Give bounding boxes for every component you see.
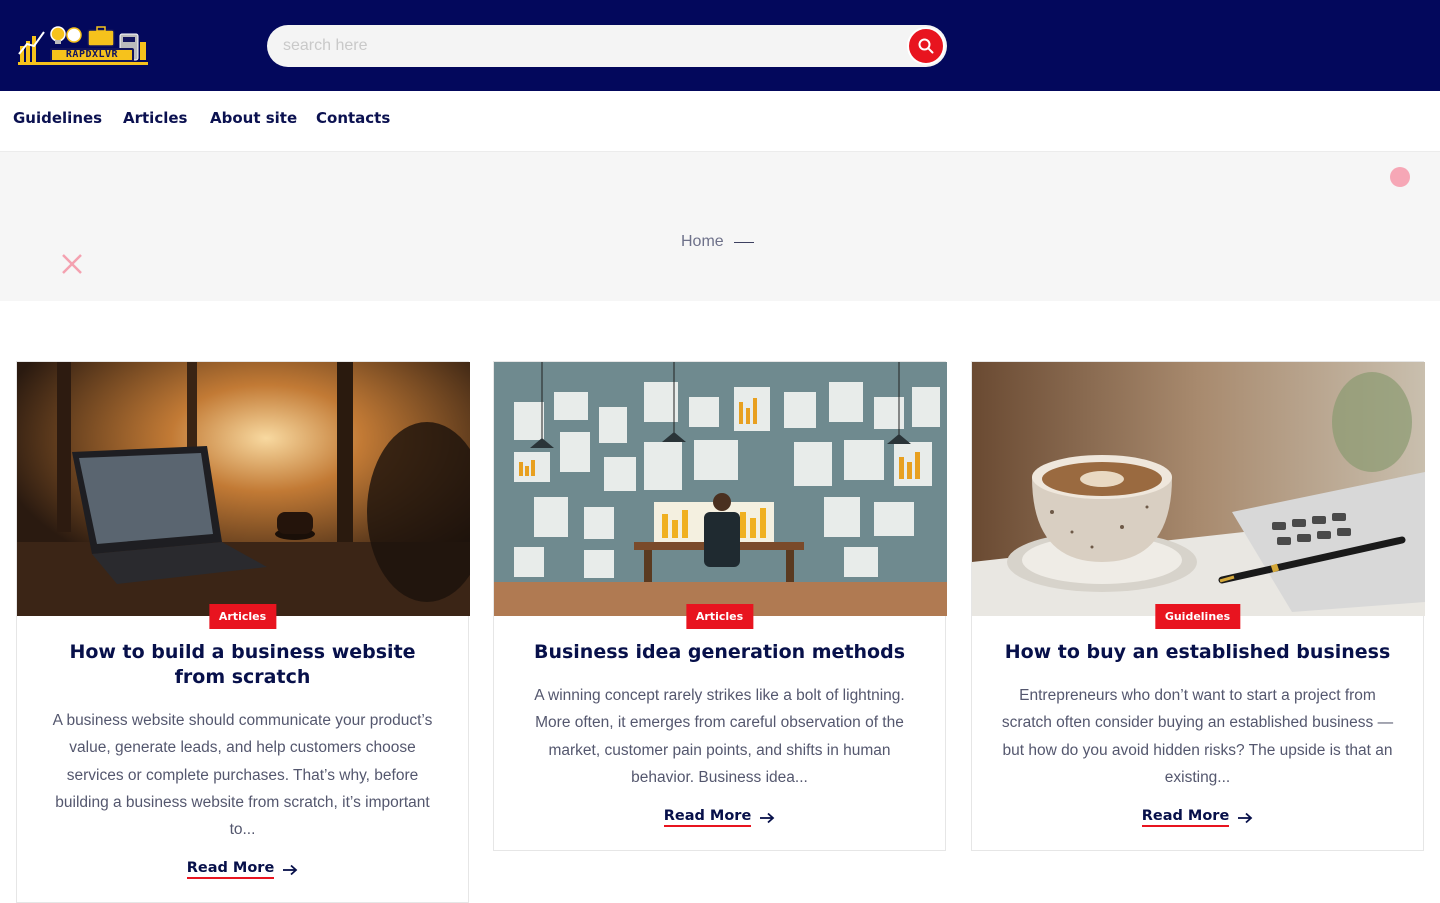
post-excerpt: A business website should communicate yo…	[52, 712, 433, 839]
search-input[interactable]	[283, 25, 903, 67]
page-banner: Home	[0, 152, 1440, 301]
post-card: Articles How to build a business website…	[16, 361, 470, 903]
post-card: Guidelines How to buy an established bus…	[971, 361, 1425, 852]
charts-wall-photo	[494, 362, 947, 616]
post-thumbnail[interactable]	[972, 362, 1425, 616]
read-more-label: Read More	[186, 860, 275, 880]
breadcrumb-separator	[733, 241, 754, 243]
coffee-calculator-photo	[972, 362, 1425, 616]
post-card-body: How to build a business website from scr…	[17, 616, 468, 902]
nav-item-guidelines[interactable]: Guidelines	[13, 109, 102, 127]
logo-text: RAPDXLVR	[50, 48, 134, 62]
post-card: Articles Business idea generation method…	[493, 361, 947, 852]
arrow-right-icon	[282, 864, 298, 876]
arrow-right-icon	[1237, 812, 1253, 824]
decorative-dot	[1390, 167, 1410, 187]
read-more-link[interactable]: Read More	[186, 860, 299, 880]
search-button[interactable]	[907, 27, 945, 65]
site-header: RAPDXLVR	[0, 0, 1440, 91]
decorative-cross-icon	[62, 254, 82, 274]
post-title[interactable]: How to build a business website from scr…	[45, 640, 440, 690]
post-thumbnail[interactable]	[494, 362, 947, 616]
read-more-link[interactable]: Read More	[663, 808, 776, 828]
laptop-photo	[17, 362, 470, 616]
site-logo[interactable]: RAPDXLVR	[16, 24, 150, 68]
read-more-label: Read More	[663, 808, 752, 828]
post-card-body: How to buy an established business Entre…	[972, 616, 1423, 850]
post-excerpt: Entrepreneurs who don’t want to start a …	[1001, 687, 1394, 786]
category-badge[interactable]: Guidelines	[1154, 604, 1241, 629]
read-more-link[interactable]: Read More	[1141, 808, 1254, 828]
main-nav: Guidelines Articles About site Contacts	[0, 91, 1440, 152]
post-title[interactable]: How to buy an established business	[1000, 640, 1395, 665]
post-card-body: Business idea generation methods A winni…	[494, 616, 945, 850]
nav-item-articles[interactable]: Articles	[123, 109, 187, 127]
breadcrumb-home-link[interactable]: Home	[681, 233, 724, 251]
arrow-right-icon	[759, 812, 775, 824]
post-title[interactable]: Business idea generation methods	[522, 640, 917, 665]
post-thumbnail[interactable]	[17, 362, 470, 616]
search-bar	[267, 25, 947, 67]
breadcrumb: Home	[681, 233, 754, 251]
category-badge[interactable]: Articles	[685, 604, 754, 629]
search-icon	[918, 38, 934, 54]
post-excerpt: A winning concept rarely strikes like a …	[534, 687, 905, 786]
category-badge[interactable]: Articles	[208, 604, 277, 629]
read-more-label: Read More	[1141, 808, 1230, 828]
nav-item-contacts[interactable]: Contacts	[316, 109, 390, 127]
nav-item-about-site[interactable]: About site	[210, 109, 297, 127]
